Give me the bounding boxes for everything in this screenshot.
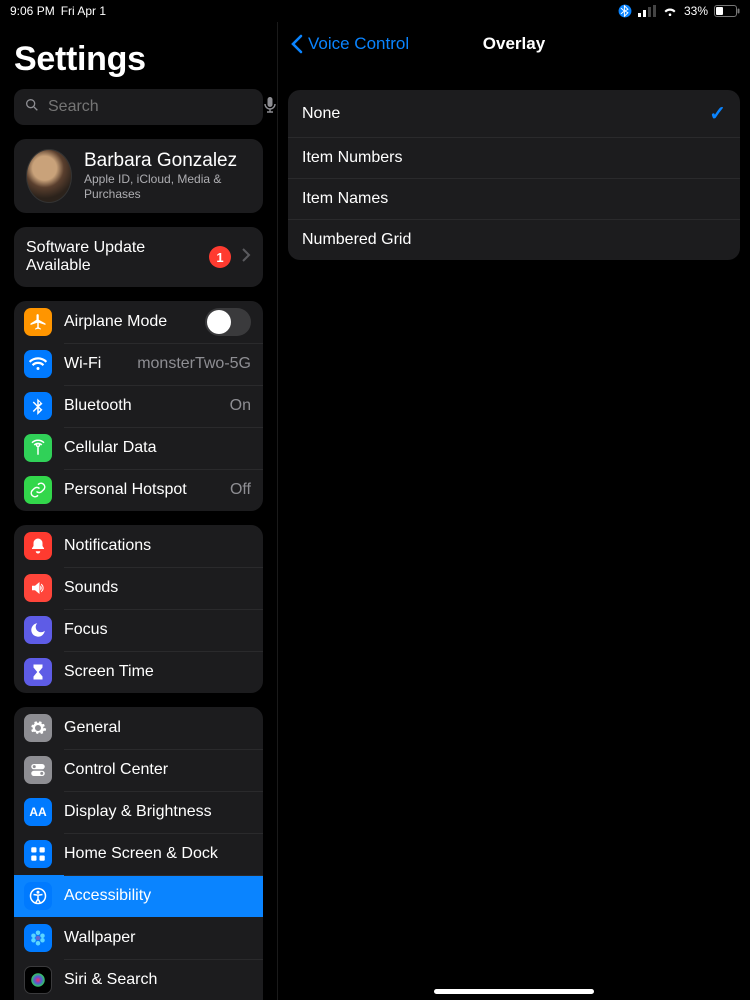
- hourglass-icon: [24, 658, 52, 686]
- sidebar-item-label: Control Center: [64, 761, 251, 779]
- siri-icon: [24, 966, 52, 994]
- wifi-icon: [662, 5, 678, 17]
- aa-icon: AA: [24, 798, 52, 826]
- software-update-label: Software Update Available: [26, 239, 199, 275]
- sidebar-item-label: Display & Brightness: [64, 803, 251, 821]
- apple-id-card[interactable]: Barbara Gonzalez Apple ID, iCloud, Media…: [14, 139, 263, 213]
- dictate-icon[interactable]: [263, 96, 277, 119]
- sidebar-item-label: Accessibility: [64, 887, 251, 905]
- sidebar-item-value: On: [230, 397, 251, 415]
- detail-title: Overlay: [483, 34, 545, 54]
- moon-icon: [24, 616, 52, 644]
- overlay-option-item-names[interactable]: Item Names: [288, 178, 740, 219]
- update-badge: 1: [209, 246, 231, 268]
- settings-sidebar: Settings Barbara Gonzalez Apple ID, iClo…: [0, 22, 278, 1000]
- settings-group: Notifications Sounds Focus Screen Time: [14, 525, 263, 693]
- toggle[interactable]: [205, 308, 251, 336]
- sidebar-item-label: Notifications: [64, 537, 251, 555]
- sidebar-item-label: Airplane Mode: [64, 313, 193, 331]
- sidebar-item-airplane-mode[interactable]: Airplane Mode: [14, 301, 263, 343]
- sidebar-item-label: Focus: [64, 621, 251, 639]
- sidebar-item-home-screen-dock[interactable]: Home Screen & Dock: [14, 833, 263, 875]
- flower-icon: [24, 924, 52, 952]
- settings-group: Airplane Mode Wi-Fi monsterTwo-5G Bluetooth…: [14, 301, 263, 511]
- sidebar-item-cellular-data[interactable]: Cellular Data: [14, 427, 263, 469]
- overlay-option-none[interactable]: None ✓: [288, 90, 740, 137]
- search-field[interactable]: [14, 89, 263, 125]
- search-icon: [24, 97, 40, 118]
- sidebar-item-label: Screen Time: [64, 663, 251, 681]
- wifi-icon: [24, 350, 52, 378]
- sidebar-item-label: Siri & Search: [64, 971, 251, 989]
- status-bar: 9:06 PM Fri Apr 1 33%: [0, 0, 750, 22]
- accessibility-icon: [24, 882, 52, 910]
- sidebar-item-label: Wi-Fi: [64, 355, 125, 373]
- sidebar-item-personal-hotspot[interactable]: Personal Hotspot Off: [14, 469, 263, 511]
- home-indicator[interactable]: [434, 989, 594, 994]
- sidebar-item-label: Wallpaper: [64, 929, 251, 947]
- sidebar-item-label: Sounds: [64, 579, 251, 597]
- sidebar-item-display-brightness[interactable]: AA Display & Brightness: [14, 791, 263, 833]
- grid-icon: [24, 840, 52, 868]
- sidebar-item-label: Home Screen & Dock: [64, 845, 251, 863]
- sidebar-item-screen-time[interactable]: Screen Time: [14, 651, 263, 693]
- sidebar-item-label: Personal Hotspot: [64, 481, 218, 499]
- sidebar-item-siri-search[interactable]: Siri & Search: [14, 959, 263, 1000]
- sidebar-item-wallpaper[interactable]: Wallpaper: [14, 917, 263, 959]
- sidebar-item-wi-fi[interactable]: Wi-Fi monsterTwo-5G: [14, 343, 263, 385]
- sidebar-item-control-center[interactable]: Control Center: [14, 749, 263, 791]
- bluetooth-indicator-icon: [618, 4, 632, 18]
- option-label: Item Numbers: [302, 149, 402, 167]
- sidebar-item-sounds[interactable]: Sounds: [14, 567, 263, 609]
- settings-groups: Airplane Mode Wi-Fi monsterTwo-5G Bluetooth…: [14, 301, 263, 1000]
- search-input[interactable]: [48, 98, 255, 116]
- option-label: None: [302, 105, 340, 123]
- status-date: Fri Apr 1: [61, 4, 106, 18]
- page-title: Settings: [14, 40, 263, 79]
- profile-subtitle: Apple ID, iCloud, Media & Purchases: [84, 172, 251, 202]
- overlay-options-list: None ✓ Item Numbers Item Names Numbered Grid: [288, 90, 740, 260]
- antenna-icon: [24, 434, 52, 462]
- overlay-option-item-numbers[interactable]: Item Numbers: [288, 137, 740, 178]
- sidebar-item-label: General: [64, 719, 251, 737]
- software-update-row[interactable]: Software Update Available 1: [14, 227, 263, 287]
- settings-group: General Control Center AA Display & Brightn…: [14, 707, 263, 1000]
- sidebar-item-label: Cellular Data: [64, 439, 251, 457]
- battery-pct: 33%: [684, 4, 708, 18]
- back-button[interactable]: Voice Control: [288, 22, 409, 66]
- link-icon: [24, 476, 52, 504]
- toggles-icon: [24, 756, 52, 784]
- sidebar-item-notifications[interactable]: Notifications: [14, 525, 263, 567]
- sidebar-item-focus[interactable]: Focus: [14, 609, 263, 651]
- cell-signal-icon: [638, 5, 656, 17]
- sidebar-item-value: monsterTwo-5G: [137, 355, 251, 373]
- chevron-right-icon: [241, 248, 251, 267]
- status-time: 9:06 PM: [10, 4, 55, 18]
- back-label: Voice Control: [308, 34, 409, 54]
- sidebar-item-accessibility[interactable]: Accessibility: [14, 875, 263, 917]
- sidebar-item-general[interactable]: General: [14, 707, 263, 749]
- gear-icon: [24, 714, 52, 742]
- chevron-left-icon: [290, 34, 304, 54]
- avatar: [26, 149, 72, 203]
- speaker-icon: [24, 574, 52, 602]
- airplane-icon: [24, 308, 52, 336]
- bell-icon: [24, 532, 52, 560]
- nav-bar: Voice Control Overlay: [288, 22, 740, 66]
- bluetooth-icon: [24, 392, 52, 420]
- battery-icon: [714, 5, 740, 17]
- detail-pane: Voice Control Overlay None ✓ Item Numbers I…: [278, 22, 750, 1000]
- sidebar-item-bluetooth[interactable]: Bluetooth On: [14, 385, 263, 427]
- option-label: Item Names: [302, 190, 388, 208]
- sidebar-item-label: Bluetooth: [64, 397, 218, 415]
- overlay-option-numbered-grid[interactable]: Numbered Grid: [288, 219, 740, 260]
- sidebar-item-value: Off: [230, 481, 251, 499]
- profile-name: Barbara Gonzalez: [84, 150, 251, 172]
- option-label: Numbered Grid: [302, 231, 411, 249]
- checkmark-icon: ✓: [709, 101, 726, 126]
